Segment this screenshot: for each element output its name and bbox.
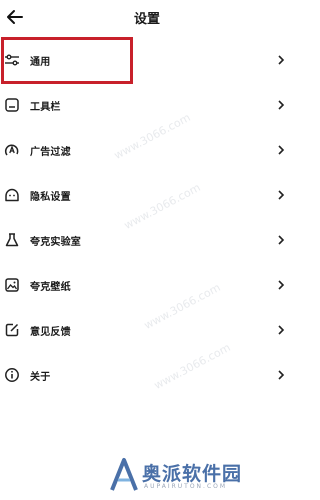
menu-item-ad-filter[interactable]: 广告过滤 [0,138,294,166]
flask-icon [5,233,19,247]
chevron-right-icon [278,100,285,110]
menu-item-label: 意见反馈 [30,327,71,338]
menu-item-label: 夸克实验室 [30,237,81,248]
chevron-right-icon [278,280,285,290]
feedback-icon [5,323,19,337]
header: 设置 [0,0,294,34]
menu-item-general[interactable]: 通用 [0,48,294,76]
menu-item-label: 工具栏 [30,102,61,113]
chevron-right-icon [278,190,285,200]
toolbar-icon [5,98,19,112]
chevron-right-icon [278,55,285,65]
brand-name: 奥派软件园 [142,463,243,485]
ad-filter-icon [4,144,19,156]
brand-subtitle: AUPAIRUTON.COM [144,483,228,490]
brand-watermark: 奥派软件园 AUPAIRUTON.COM [108,456,290,496]
settings-screen: 设置 www.3066.com www.3066.com www.3066.co… [0,0,294,500]
menu-item-feedback[interactable]: 意见反馈 [0,318,294,346]
menu-item-about[interactable]: 关于 [0,363,294,391]
menu-item-wallpaper[interactable]: 夸克壁纸 [0,273,294,301]
menu-item-label: 广告过滤 [30,147,71,158]
menu-item-label: 夸克壁纸 [30,282,71,293]
brand-logo-icon [110,458,138,491]
menu-item-label: 通用 [30,57,51,68]
menu-item-privacy[interactable]: 隐私设置 [0,183,294,211]
info-icon [5,368,19,382]
wallpaper-icon [5,278,19,292]
menu-item-lab[interactable]: 夸克实验室 [0,228,294,256]
chevron-right-icon [278,370,285,380]
sliders-icon [5,54,19,66]
chevron-right-icon [278,325,285,335]
menu-item-label: 隐私设置 [30,192,71,203]
menu-item-toolbar[interactable]: 工具栏 [0,93,294,121]
chevron-right-icon [278,145,285,155]
page-title: 设置 [133,12,160,27]
menu-item-label: 关于 [30,372,51,383]
chevron-right-icon [278,235,285,245]
privacy-icon [5,188,19,202]
